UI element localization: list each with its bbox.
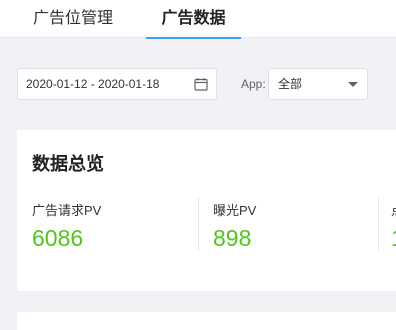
app-filter-label: App: <box>241 77 266 91</box>
app-select-value: 全部 <box>278 77 303 91</box>
stat-label: 曝光PV <box>213 203 257 218</box>
tab-ad-data[interactable]: 广告数据 <box>146 0 241 39</box>
tab-bar: 广告位管理 广告数据 <box>0 0 396 39</box>
card-title: 数据总览 <box>32 154 104 174</box>
stat-ad-request-pv: 广告请求PV 6086 <box>32 200 101 252</box>
date-range-picker[interactable]: 2020-01-12 - 2020-01-18 <box>17 68 217 100</box>
stat-label: 点 <box>391 200 396 219</box>
date-range-value: 2020-01-12 - 2020-01-18 <box>26 77 160 91</box>
stat-value: 898 <box>213 225 252 251</box>
stat-value: 6086 <box>32 225 84 251</box>
stat-impression-pv: 曝光PV 898 <box>213 200 256 252</box>
divider <box>378 198 379 250</box>
stat-value: 1 <box>391 225 396 252</box>
app-select[interactable]: 全部 <box>268 68 368 100</box>
chevron-down-icon <box>348 82 358 87</box>
stat-click-pv: 点 1 <box>391 200 396 252</box>
calendar-icon <box>194 78 208 91</box>
tab-ad-slot-management[interactable]: 广告位管理 <box>16 0 130 38</box>
stat-label: 广告请求PV <box>32 203 102 218</box>
divider <box>198 198 199 250</box>
secondary-card <box>17 312 396 330</box>
data-overview-card: 数据总览 广告请求PV 6086 曝光PV 898 点 1 <box>17 130 396 291</box>
